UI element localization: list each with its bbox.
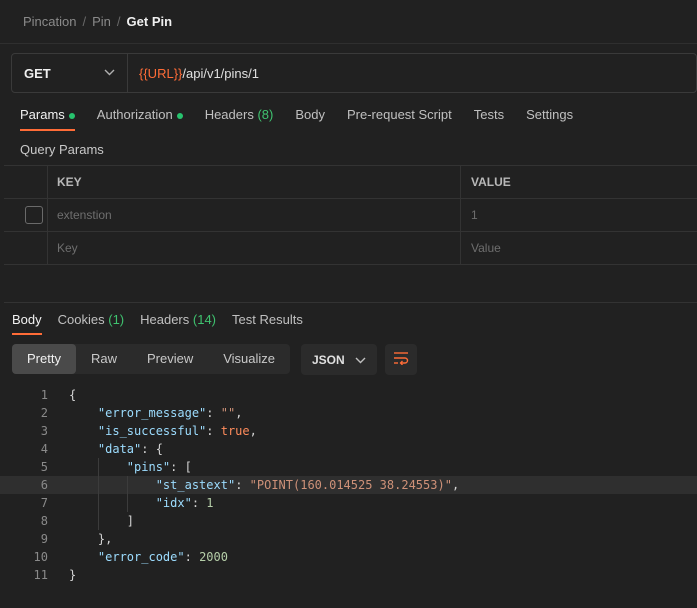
tab-headers-label: Headers	[204, 107, 254, 122]
response-body-code[interactable]: 1 { 2 "error_message": "", 3 "is_success…	[0, 386, 697, 584]
breadcrumb-collection[interactable]: Pincation	[23, 14, 76, 29]
response-tabs: Body Cookies (1) Headers (14) Test Resul…	[12, 312, 319, 335]
method-select[interactable]: GET	[12, 54, 128, 92]
json-key: "pins"	[126, 460, 171, 474]
breadcrumb-separator: /	[82, 14, 87, 29]
active-dot-icon	[176, 112, 183, 119]
url-bar: GET {{URL}}/api/v1/pins/1	[11, 53, 697, 93]
line-number: 11	[33, 568, 48, 582]
param-key-cell[interactable]: extenstion	[48, 199, 461, 231]
request-tabs: Params Authorization Headers (8) Body Pr…	[20, 107, 595, 131]
request-title[interactable]: Get Pin	[127, 14, 173, 29]
pane-divider[interactable]	[4, 302, 697, 303]
tab-body[interactable]: Body	[295, 107, 325, 131]
table-row: extenstion 1	[4, 199, 697, 232]
code-line: 3 "is_successful": true,	[0, 422, 697, 440]
tab-response-headers[interactable]: Headers (14)	[140, 312, 216, 335]
format-label: JSON	[312, 352, 345, 367]
query-params-table: KEY VALUE extenstion 1 Key Value	[4, 165, 697, 265]
query-params-title: Query Params	[20, 142, 104, 157]
tab-test-results[interactable]: Test Results	[232, 312, 303, 335]
json-key: "is_successful"	[97, 424, 207, 438]
tab-params[interactable]: Params	[20, 107, 75, 131]
new-key-input[interactable]: Key	[48, 232, 461, 264]
url-path: /api/v1/pins/1	[182, 65, 259, 81]
view-visualize-button[interactable]: Visualize	[208, 344, 290, 374]
format-select[interactable]: JSON	[301, 344, 377, 375]
tab-prerequest-script[interactable]: Pre-request Script	[347, 107, 452, 131]
json-value: 1	[206, 496, 214, 510]
new-value-input[interactable]: Value	[461, 232, 697, 264]
response-headers-count: (14)	[192, 312, 217, 327]
line-number: 6	[40, 478, 48, 492]
code-line-highlighted: 6 "st_astext": "POINT(160.014525 38.2455…	[0, 476, 697, 494]
code-line: 2 "error_message": "",	[0, 404, 697, 422]
line-number: 7	[40, 496, 48, 510]
url-input[interactable]: {{URL}}/api/v1/pins/1	[128, 54, 259, 92]
view-pretty-button[interactable]: Pretty	[12, 344, 76, 374]
param-enable-checkbox[interactable]	[24, 206, 43, 224]
column-header-value: VALUE	[471, 175, 511, 189]
param-value-cell[interactable]: 1	[461, 199, 697, 231]
breadcrumb-folder[interactable]: Pin	[92, 14, 111, 29]
table-header-row: KEY VALUE	[4, 166, 697, 199]
tab-response-headers-label: Headers	[140, 312, 190, 327]
code-line: 7 "idx": 1	[0, 494, 697, 512]
json-key: "error_message"	[97, 406, 207, 420]
line-number: 10	[33, 550, 48, 564]
method-label: GET	[24, 65, 51, 81]
code-line: 1 {	[0, 386, 697, 404]
headers-count: (8)	[257, 107, 274, 122]
tab-authorization[interactable]: Authorization	[97, 107, 183, 131]
view-raw-button[interactable]: Raw	[76, 344, 132, 374]
json-value: 2000	[199, 550, 228, 564]
json-key: "idx"	[155, 496, 192, 510]
tab-cookies-label: Cookies	[57, 312, 105, 327]
code-line: 4 "data": {	[0, 440, 697, 458]
tab-cookies[interactable]: Cookies (1)	[58, 312, 124, 335]
tab-settings[interactable]: Settings	[526, 107, 573, 131]
line-number: 3	[40, 424, 48, 438]
json-value: true	[220, 424, 250, 438]
active-dot-icon	[68, 112, 75, 119]
chevron-down-icon	[355, 353, 366, 367]
tab-tests[interactable]: Tests	[474, 107, 504, 131]
column-header-key: KEY	[48, 166, 461, 198]
url-variable: {{URL}}	[139, 65, 183, 81]
breadcrumb-separator: /	[116, 14, 121, 29]
line-number: 9	[40, 532, 48, 546]
line-number: 4	[40, 442, 48, 456]
json-key: "error_code"	[97, 550, 185, 564]
json-key: "st_astext"	[155, 478, 236, 492]
code-line: 9 },	[0, 530, 697, 548]
tab-response-body[interactable]: Body	[12, 312, 42, 335]
line-number: 2	[40, 406, 48, 420]
view-mode-switcher: Pretty Raw Preview Visualize	[12, 344, 291, 374]
line-number: 1	[40, 388, 48, 402]
tab-params-label: Params	[20, 107, 65, 122]
chevron-down-icon	[104, 67, 115, 79]
table-row-empty: Key Value	[4, 232, 697, 265]
code-line: 8 ]	[0, 512, 697, 530]
line-number: 8	[40, 514, 48, 528]
tab-headers[interactable]: Headers (8)	[205, 107, 274, 131]
wrap-lines-icon	[393, 351, 409, 368]
tab-authorization-label: Authorization	[96, 107, 173, 122]
line-number: 5	[40, 460, 48, 474]
code-line: 10 "error_code": 2000	[0, 548, 697, 566]
cookies-count: (1)	[108, 312, 125, 327]
code-line: 5 "pins": [	[0, 458, 697, 476]
json-value: ""	[220, 406, 236, 420]
json-value: "POINT(160.014525 38.24553)"	[249, 478, 452, 492]
view-preview-button[interactable]: Preview	[132, 344, 208, 374]
wrap-lines-button[interactable]	[385, 344, 417, 375]
code-line: 11 }	[0, 566, 697, 584]
breadcrumb: Pincation / Pin / Get Pin	[0, 0, 697, 44]
json-key: "data"	[97, 442, 142, 456]
